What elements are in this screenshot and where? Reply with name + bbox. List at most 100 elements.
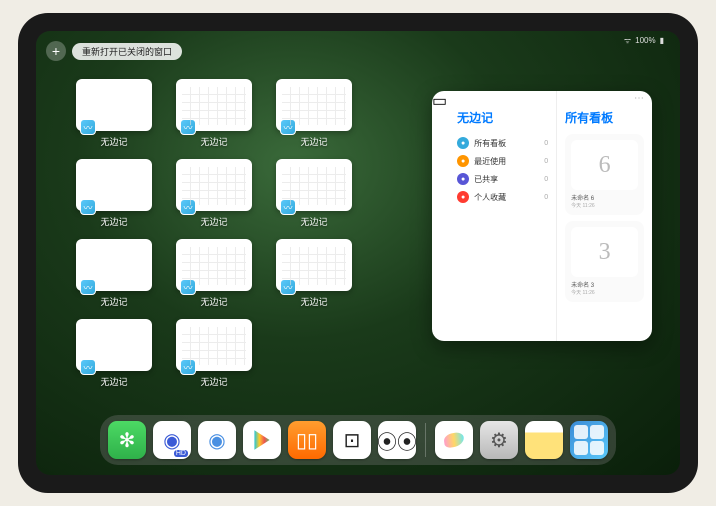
- freeform-app-icon: 〰: [80, 199, 96, 215]
- freeform-app-icon: 〰: [80, 359, 96, 375]
- freeform-app-icon: 〰: [80, 119, 96, 135]
- board-card[interactable]: 3 未命名 3今天 11:26: [565, 221, 644, 302]
- window-preview: 〰: [276, 159, 352, 211]
- window-preview: 〰: [276, 239, 352, 291]
- battery-icon: ▮: [660, 36, 664, 45]
- plus-icon: +: [52, 43, 60, 59]
- window-preview: 〰: [276, 79, 352, 131]
- wechat-icon[interactable]: ✻: [108, 421, 146, 459]
- window-thumbnail[interactable]: 〰 无边记: [76, 159, 152, 229]
- ipad-frame: ᯤ 100% ▮ + 重新打开已关闭的窗口 〰 无边记 〰 无边记 〰 无边记 …: [18, 13, 698, 493]
- category-count: 0: [544, 194, 548, 201]
- category-label: 最近使用: [474, 156, 506, 167]
- app-library-icon[interactable]: [570, 421, 608, 459]
- connect-icon[interactable]: ⦿⦿: [378, 421, 416, 459]
- category-icon: ●: [457, 173, 469, 185]
- category-icon: ●: [457, 155, 469, 167]
- freeform-app-icon: 〰: [180, 199, 196, 215]
- window-thumbnail[interactable]: 〰 无边记: [176, 239, 252, 309]
- screen: ᯤ 100% ▮ + 重新打开已关闭的窗口 〰 无边记 〰 无边记 〰 无边记 …: [36, 31, 680, 475]
- sidebar-item[interactable]: ● 最近使用 0: [457, 152, 548, 170]
- window-preview: 〰: [176, 79, 252, 131]
- dice-icon[interactable]: ⊡: [333, 421, 371, 459]
- window-preview: 〰: [76, 319, 152, 371]
- freeform-icon[interactable]: [435, 421, 473, 459]
- board-card[interactable]: 6 未命名 6今天 11:26: [565, 134, 644, 215]
- freeform-app-icon: 〰: [180, 279, 196, 295]
- category-icon: ●: [457, 191, 469, 203]
- panel-right-title: 所有看板: [565, 109, 644, 126]
- window-label: 无边记: [300, 135, 327, 148]
- sidebar-toggle-icon[interactable]: ▭: [432, 91, 447, 341]
- category-icon: ●: [457, 137, 469, 149]
- window-preview: 〰: [176, 319, 252, 371]
- settings-icon[interactable]: ⚙: [480, 421, 518, 459]
- sidebar-item[interactable]: ● 已共享 0: [457, 170, 548, 188]
- play-icon[interactable]: [243, 421, 281, 459]
- board-preview: 3: [571, 227, 638, 277]
- window-label: 无边记: [100, 375, 127, 388]
- top-left-controls: + 重新打开已关闭的窗口: [46, 41, 182, 61]
- scribble-icon: [443, 432, 465, 449]
- window-preview: 〰: [176, 239, 252, 291]
- window-preview: 〰: [76, 239, 152, 291]
- new-window-button[interactable]: +: [46, 41, 66, 61]
- reopen-label: 重新打开已关闭的窗口: [82, 47, 172, 57]
- quark-icon[interactable]: ◉: [198, 421, 236, 459]
- freeform-app-icon: 〰: [280, 119, 296, 135]
- battery-text: 100%: [635, 36, 655, 45]
- panel-content: 所有看板 6 未命名 6今天 11:263 未命名 3今天 11:26: [557, 91, 652, 341]
- freeform-app-icon: 〰: [280, 279, 296, 295]
- panel-sidebar: 无边记 ● 所有看板 0● 最近使用 0● 已共享 0● 个人收藏 0: [447, 91, 557, 341]
- quark-hd-icon[interactable]: ◉HD: [153, 421, 191, 459]
- window-thumbnail[interactable]: 〰 无边记: [76, 79, 152, 149]
- sidebar-item[interactable]: ● 个人收藏 0: [457, 188, 548, 206]
- freeform-floating-panel[interactable]: ▭ 无边记 ● 所有看板 0● 最近使用 0● 已共享 0● 个人收藏 0 所有…: [432, 91, 652, 341]
- window-preview: 〰: [176, 159, 252, 211]
- window-thumbnail[interactable]: 〰 无边记: [276, 79, 352, 149]
- category-label: 个人收藏: [474, 192, 506, 203]
- window-label: 无边记: [200, 215, 227, 228]
- board-name: 未命名 6今天 11:26: [571, 193, 638, 209]
- window-thumbnail[interactable]: 〰 无边记: [276, 239, 352, 309]
- reopen-closed-window-button[interactable]: 重新打开已关闭的窗口: [72, 43, 182, 60]
- window-label: 无边记: [100, 135, 127, 148]
- notes-icon[interactable]: [525, 421, 563, 459]
- sidebar-item[interactable]: ● 所有看板 0: [457, 134, 548, 152]
- window-thumbnail[interactable]: 〰 无边记: [76, 239, 152, 309]
- window-thumbnail[interactable]: 〰 无边记: [276, 159, 352, 229]
- freeform-app-icon: 〰: [80, 279, 96, 295]
- window-label: 无边记: [300, 215, 327, 228]
- category-label: 所有看板: [474, 138, 506, 149]
- category-count: 0: [544, 176, 548, 183]
- board-preview: 6: [571, 140, 638, 190]
- freeform-app-icon: 〰: [280, 199, 296, 215]
- window-thumbnail[interactable]: 〰 无边记: [176, 319, 252, 389]
- dock: ✻◉HD◉ ▯▯⊡⦿⦿ ⚙: [100, 415, 616, 465]
- books-icon[interactable]: ▯▯: [288, 421, 326, 459]
- category-label: 已共享: [474, 174, 498, 185]
- board-time: 今天 11:26: [571, 202, 638, 209]
- panel-app-title: 无边记: [457, 109, 548, 126]
- window-thumbnail[interactable]: 〰 无边记: [176, 79, 252, 149]
- status-bar: ᯤ 100% ▮: [624, 35, 664, 46]
- window-label: 无边记: [100, 295, 127, 308]
- signal-icon: ᯤ: [624, 35, 631, 46]
- app-badge: HD: [174, 450, 188, 457]
- window-label: 无边记: [200, 135, 227, 148]
- freeform-app-icon: 〰: [180, 119, 196, 135]
- window-thumbnail[interactable]: 〰 无边记: [76, 319, 152, 389]
- window-label: 无边记: [100, 215, 127, 228]
- window-preview: 〰: [76, 79, 152, 131]
- window-thumbnail[interactable]: 〰 无边记: [176, 159, 252, 229]
- window-preview: 〰: [76, 159, 152, 211]
- category-count: 0: [544, 158, 548, 165]
- window-label: 无边记: [300, 295, 327, 308]
- app-windows-grid: 〰 无边记 〰 无边记 〰 无边记 〰 无边记 〰 无边记 〰 无边记 〰 无边…: [76, 79, 352, 389]
- board-time: 今天 11:26: [571, 289, 638, 296]
- board-name: 未命名 3今天 11:26: [571, 280, 638, 296]
- dock-divider: [425, 423, 426, 457]
- window-label: 无边记: [200, 295, 227, 308]
- window-label: 无边记: [200, 375, 227, 388]
- freeform-app-icon: 〰: [180, 359, 196, 375]
